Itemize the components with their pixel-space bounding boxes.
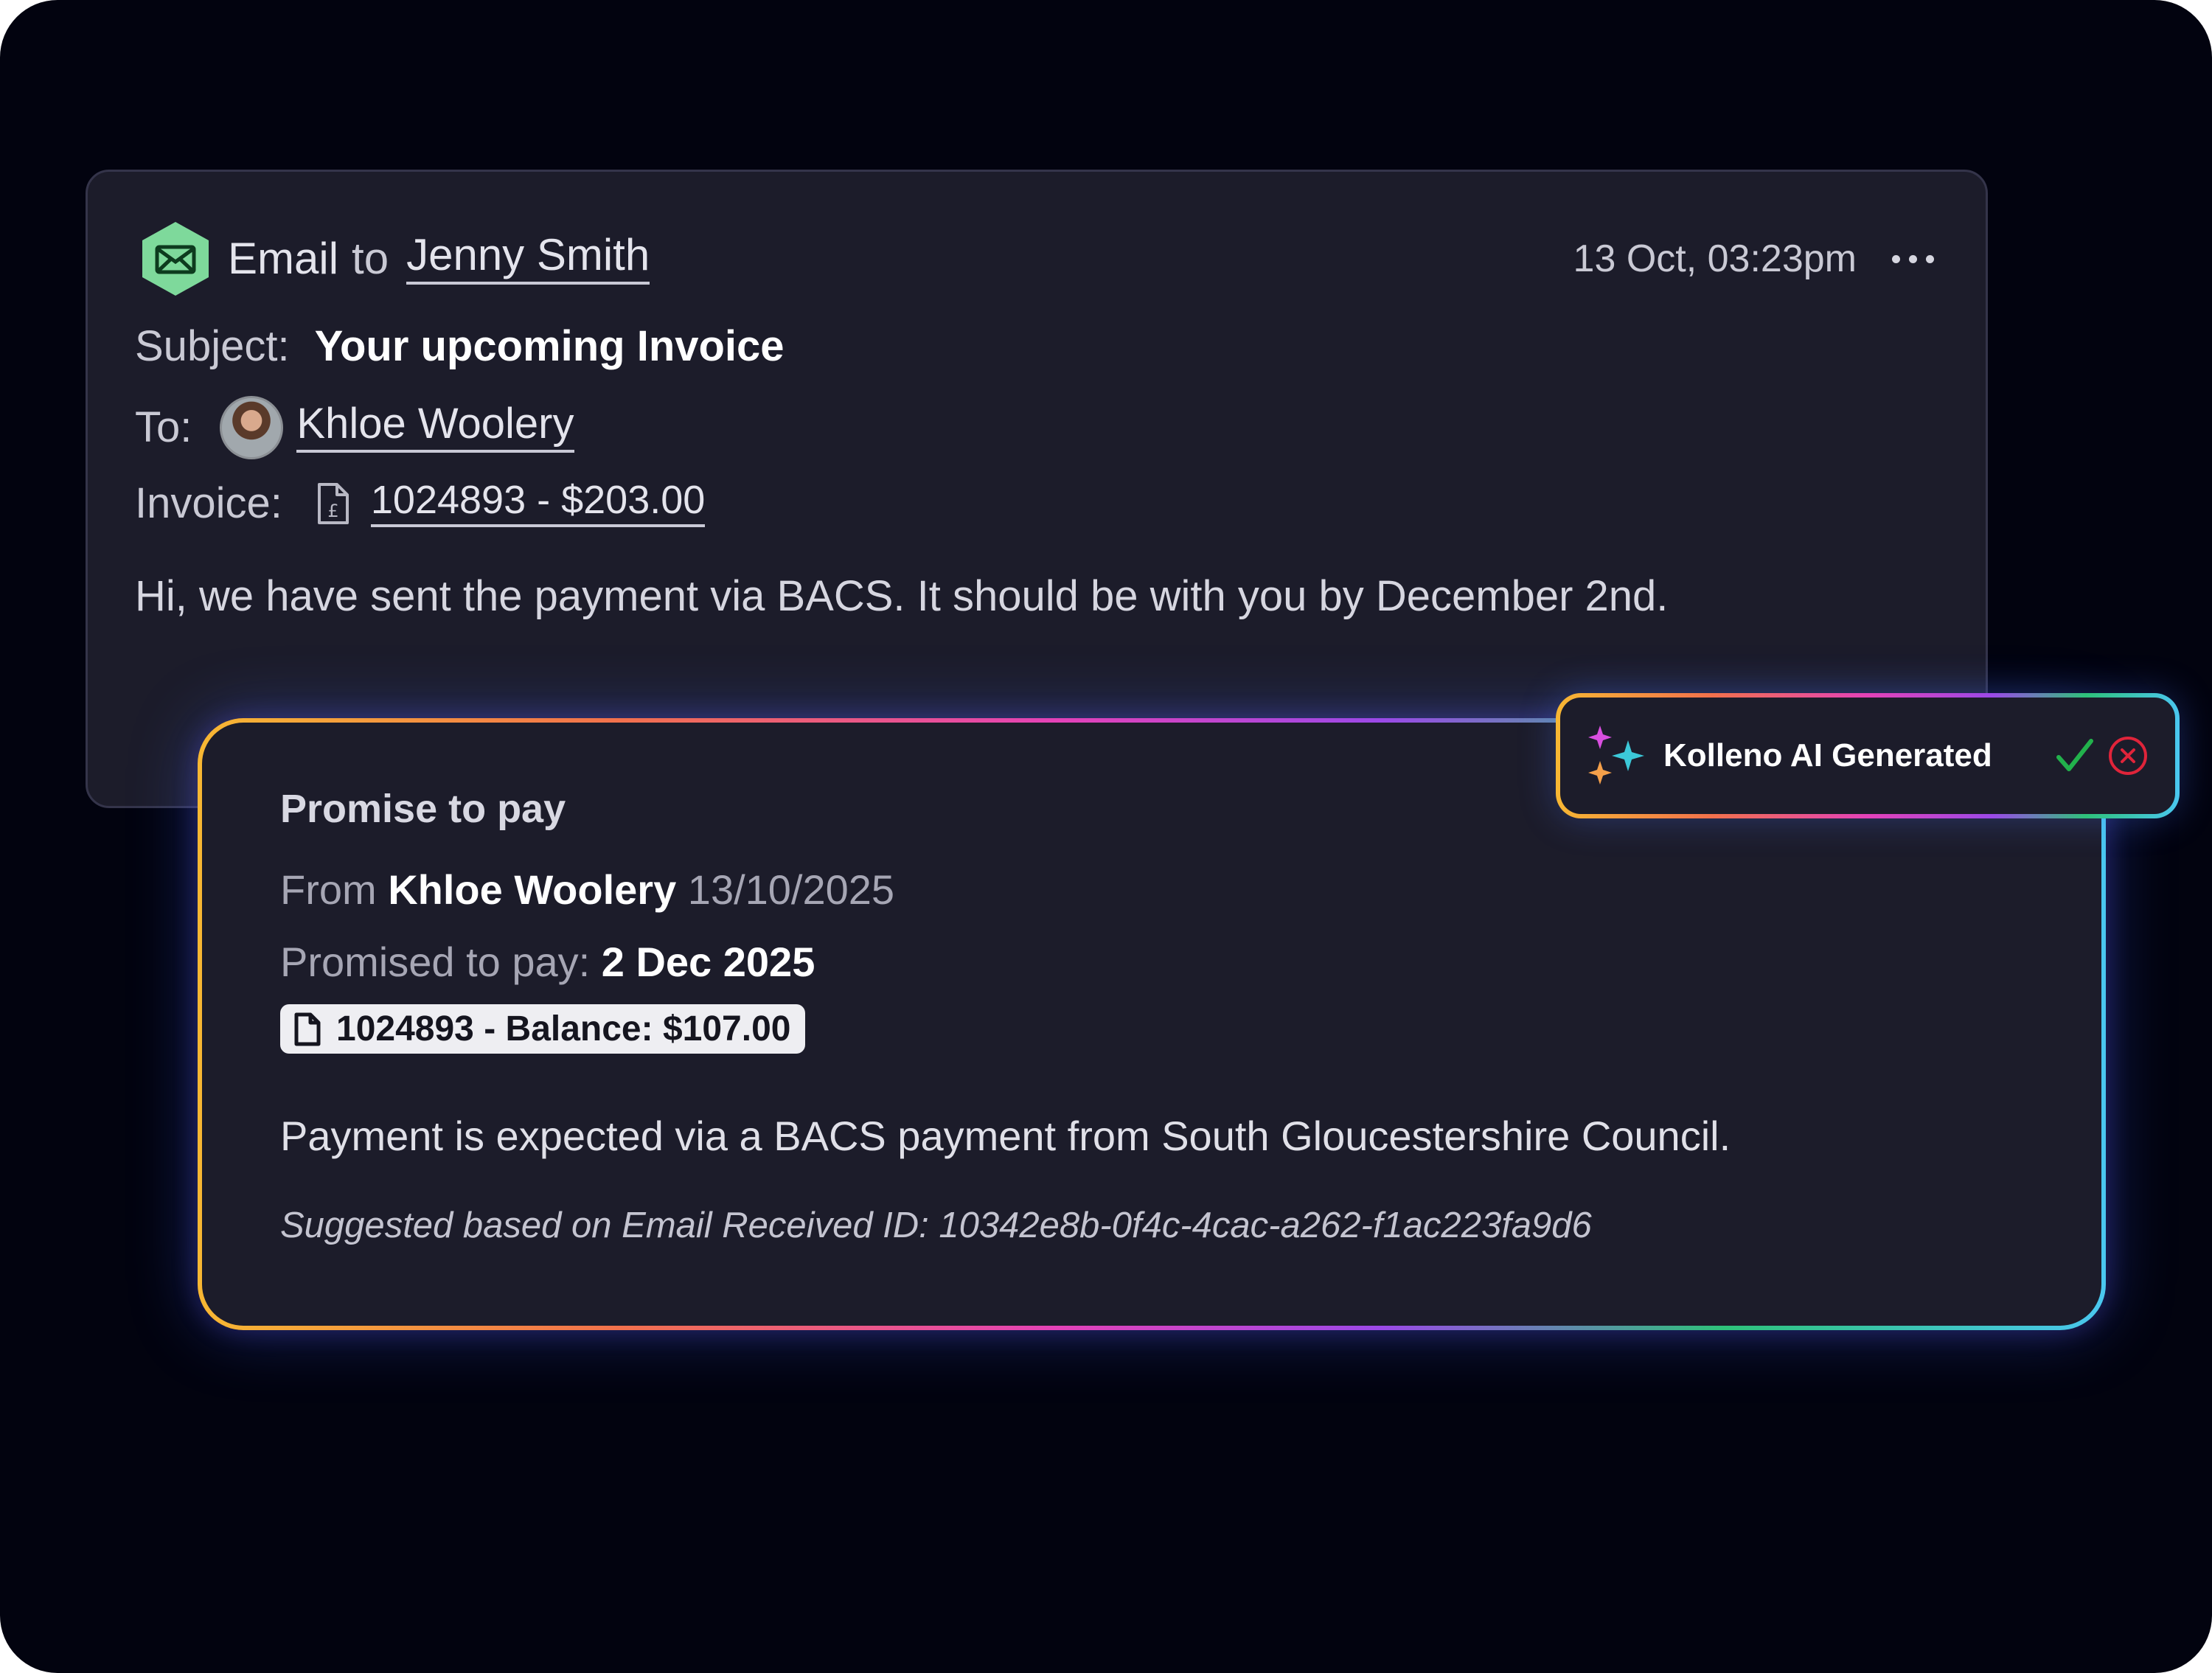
ai-badge-label: Kolleno AI Generated <box>1663 737 1992 773</box>
subject-value: Your upcoming Invoice <box>314 322 785 370</box>
to-row: To: Khloe Woolery <box>135 396 574 459</box>
check-icon[interactable] <box>2054 735 2096 776</box>
email-body: Hi, we have sent the payment via BACS. I… <box>135 572 1669 620</box>
promise-note: Suggested based on Email Received ID: 10… <box>280 1206 1592 1245</box>
email-header: Email to Jenny Smith <box>139 220 650 297</box>
svg-text:£: £ <box>327 501 338 521</box>
email-envelope-icon <box>142 222 209 296</box>
promise-title: Promise to pay <box>280 787 566 831</box>
ai-badge-inner: Kolleno AI Generated <box>1560 698 2175 814</box>
invoice-label: Invoice: <box>135 479 282 527</box>
chip-label: 1024893 - Balance: $107.00 <box>336 1009 791 1048</box>
to-label: To: <box>135 403 192 451</box>
promised-date: 2 Dec 2025 <box>601 939 815 985</box>
invoice-link[interactable]: 1024893 - $203.00 <box>370 480 706 527</box>
promise-description: Payment is expected via a BACS payment f… <box>280 1113 1731 1159</box>
invoice-row: Invoice: £ 1024893 - $203.00 <box>135 479 706 527</box>
more-horizontal-icon[interactable] <box>1892 254 1934 263</box>
subject-label: Subject: <box>135 322 290 370</box>
ai-generated-badge: Kolleno AI Generated <box>1556 693 2180 818</box>
close-circle-icon[interactable] <box>2107 735 2149 776</box>
from-name: Khloe Woolery <box>388 866 677 913</box>
promised-label: Promised to pay: <box>280 939 591 985</box>
from-date: 13/10/2025 <box>687 866 895 913</box>
email-to-word: to <box>352 234 389 283</box>
email-meta: 13 Oct, 03:23pm <box>1573 237 1934 281</box>
invoice-document-icon: £ <box>317 483 349 524</box>
document-icon <box>294 1012 321 1046</box>
sparkle-icon <box>1588 726 1644 785</box>
to-contact-link[interactable]: Khloe Woolery <box>296 403 574 453</box>
email-timestamp: 13 Oct, 03:23pm <box>1573 237 1857 280</box>
promised-row: Promised to pay: 2 Dec 2025 <box>280 938 815 986</box>
from-label: From <box>280 866 377 913</box>
email-title: Email <box>228 234 339 283</box>
recipient-link[interactable]: Jenny Smith <box>406 233 650 285</box>
avatar <box>220 396 284 459</box>
canvas: Email to Jenny Smith 13 Oct, 03:23pm Sub… <box>0 0 2212 1673</box>
subject-row: Subject: Your upcoming Invoice <box>135 325 785 368</box>
promise-from: From Khloe Woolery 13/10/2025 <box>280 866 894 914</box>
invoice-balance-chip[interactable]: 1024893 - Balance: $107.00 <box>280 1004 806 1054</box>
